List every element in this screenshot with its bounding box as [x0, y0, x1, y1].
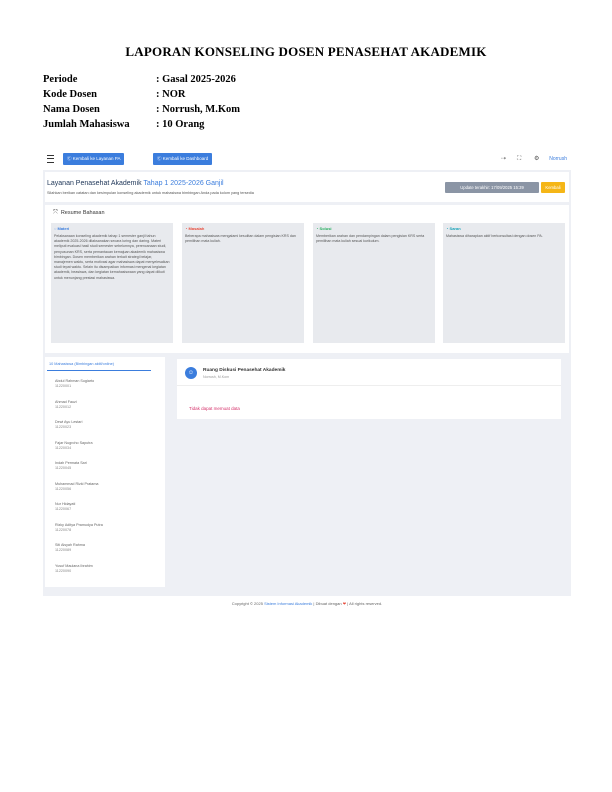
discussion-title: Ruang Diskusi Penasehat Akademik: [203, 368, 286, 373]
fullscreen-icon[interactable]: ⛶: [517, 154, 521, 164]
student-nim: 11220001: [55, 384, 72, 388]
col-heading: ◔ Saran: [446, 226, 461, 231]
back-to-dashboard-button[interactable]: Ⓒ Kembali ke Dashboard: [153, 153, 213, 165]
summary-col-masalah: ◔ Masalah Beberapa mahasiswa mengalami k…: [182, 223, 304, 343]
last-updated-badge: Update terakhir: 17/09/2025 15:39: [445, 182, 539, 193]
meta-row-periode: Periode : Gasal 2025-2026: [43, 72, 240, 87]
col-heading: ◔ Solusi: [316, 226, 332, 231]
col-text: Beberapa mahasiswa mengalami kesulitan d…: [185, 234, 296, 244]
share-icon[interactable]: ⇢: [501, 154, 506, 164]
col-heading-text: Saran: [449, 226, 461, 231]
divider: [177, 385, 561, 386]
col-text: Pelaksanaan konseling akademik tahap 1 s…: [54, 234, 170, 280]
footer-rights: | All rights reserved.: [346, 601, 383, 606]
summary-card: ⤧ Resume Bahasan ◌ Materi Pelaksanaan kon…: [45, 205, 569, 353]
gear-icon[interactable]: ⚙: [534, 154, 539, 164]
student-item[interactable]: Ahmad Fauzi 11220012: [55, 400, 103, 421]
student-nim: 11220034: [55, 445, 72, 450]
meta-label: Jumlah Mahasiswa: [43, 119, 130, 130]
report-meta: Periode : Gasal 2025-2026 Kode Dosen : N…: [43, 72, 240, 132]
top-navbar: Ⓒ Kembali ke Layanan PA Ⓒ Kembali ke Das…: [43, 148, 571, 170]
student-item[interactable]: Dewi Ayu Lestari 11220023: [55, 420, 103, 441]
meta-value: : 10 Orang: [156, 119, 205, 130]
student-item[interactable]: Abdul Rahman Sugiarto 11220001: [55, 379, 103, 400]
summary-col-saran: ◔ Saran Mahasiswa diharapkan aktif berko…: [443, 223, 565, 343]
student-nim: 11220078: [55, 527, 72, 532]
student-nim: 11220089: [55, 548, 72, 552]
meta-row-jumlah-mahasiswa: Jumlah Mahasiswa : 10 Orang: [43, 117, 240, 132]
student-nim: 11220090: [55, 568, 72, 573]
student-sidebar: 10 Mahasiswa (Bimbingan aktif/online) Ab…: [45, 357, 165, 587]
student-list: Abdul Rahman Sugiarto 11220001 Ahmad Fauz…: [55, 379, 103, 584]
summary-col-solusi: ◔ Solusi Memberikan arahan dan pendampin…: [313, 223, 435, 343]
discussion-subtitle: Norrush, M.Kom: [203, 375, 230, 379]
student-item[interactable]: Muhammad Rizki Pratama 11220056: [55, 482, 103, 503]
user-menu[interactable]: Norrush: [549, 154, 567, 164]
resume-icon: ⤧: [53, 210, 58, 216]
meta-row-nama-dosen: Nama Dosen : Norrush, M.Kom: [43, 102, 240, 117]
col-heading-text: Solusi: [319, 226, 332, 231]
summary-title: ⤧ Resume Bahasan: [53, 210, 105, 217]
meta-value: : Gasal 2025-2026: [156, 74, 236, 85]
student-name: Rizky Aditya Pramudya Putra: [55, 522, 103, 527]
student-item[interactable]: Yusuf Maulana Ibrahim 11220090: [55, 564, 103, 585]
meta-value: : Norrush, M.Kom: [156, 104, 240, 115]
meta-label: Kode Dosen: [43, 89, 97, 100]
meta-row-kode-dosen: Kode Dosen : NOR: [43, 87, 240, 102]
footer-org-link[interactable]: Sistem Informasi Akademik: [264, 601, 312, 606]
footer-mid: | Dibuat dengan: [312, 601, 343, 606]
student-item[interactable]: Fajar Nugroho Saputra 11220034: [55, 441, 103, 462]
col-heading: ◌ Materi: [54, 226, 70, 231]
page-title: Layanan Penasehat Akademik Tahap 1 2025-…: [47, 180, 224, 187]
student-nim: 11220012: [55, 404, 72, 409]
footer-text: Copyright © 2025 Sistem Informasi Akadem…: [43, 601, 571, 606]
student-item[interactable]: Nur Hidayati 11220067: [55, 502, 103, 523]
discussion-empty-message: Tidak dapat memuat data: [189, 406, 240, 411]
tab-underline: [47, 370, 151, 371]
summary-title-text: Resume Bahasan: [60, 210, 105, 216]
page-subtitle: Silahkan berikan catatan dan kesimpulan …: [47, 191, 254, 195]
student-nim: 11220045: [55, 466, 72, 470]
meta-label: Periode: [43, 74, 78, 85]
student-item[interactable]: Rizky Aditya Pramudya Putra 11220078: [55, 523, 103, 544]
meta-value: : NOR: [156, 89, 186, 100]
summary-col-materi: ◌ Materi Pelaksanaan konseling akademik …: [51, 223, 173, 343]
col-heading-text: Masalah: [188, 226, 205, 231]
footer: Copyright © 2025 Sistem Informasi Akadem…: [43, 596, 571, 614]
col-heading-text: Materi: [57, 226, 70, 231]
student-nim: 11220067: [55, 507, 72, 511]
student-item[interactable]: Siti Aisyah Rahma 11220089: [55, 543, 103, 564]
page-header-card: Layanan Penasehat Akademik Tahap 1 2025-…: [45, 172, 569, 202]
tab-students[interactable]: 10 Mahasiswa (Bimbingan aktif/online): [49, 362, 114, 366]
student-nim: 11220056: [55, 486, 72, 491]
hamburger-menu-icon[interactable]: [47, 155, 54, 163]
page-title-period: Tahap 1 2025-2026 Ganjil: [143, 180, 224, 187]
student-nim: 11220023: [55, 425, 72, 429]
student-item[interactable]: Indah Permata Sari 11220045: [55, 461, 103, 482]
col-text: Memberikan arahan dan pendampingan dalam…: [316, 234, 425, 244]
col-text: Mahasiswa diharapkan aktif berkonsultasi…: [446, 234, 543, 238]
col-heading: ◔ Masalah: [185, 226, 205, 231]
summary-columns: ◌ Materi Pelaksanaan konseling akademik …: [51, 223, 565, 343]
back-to-pa-button[interactable]: Ⓒ Kembali ke Layanan PA: [63, 153, 125, 165]
app-screenshot: Ⓒ Kembali ke Layanan PA Ⓒ Kembali ke Das…: [43, 148, 571, 614]
page-title-main: Layanan Penasehat Akademik: [47, 180, 142, 187]
discussion-card: ☺ Ruang Diskusi Penasehat Akademik Norru…: [177, 359, 561, 419]
student-name: Muhammad Rizki Pratama: [55, 481, 99, 486]
back-button[interactable]: Kembali: [541, 182, 565, 193]
report-title: LAPORAN KONSELING DOSEN PENASEHAT AKADEM…: [125, 44, 487, 59]
chat-icon: ☺: [185, 367, 197, 379]
meta-label: Nama Dosen: [43, 104, 100, 115]
footer-copyright: Copyright © 2025: [231, 601, 265, 606]
